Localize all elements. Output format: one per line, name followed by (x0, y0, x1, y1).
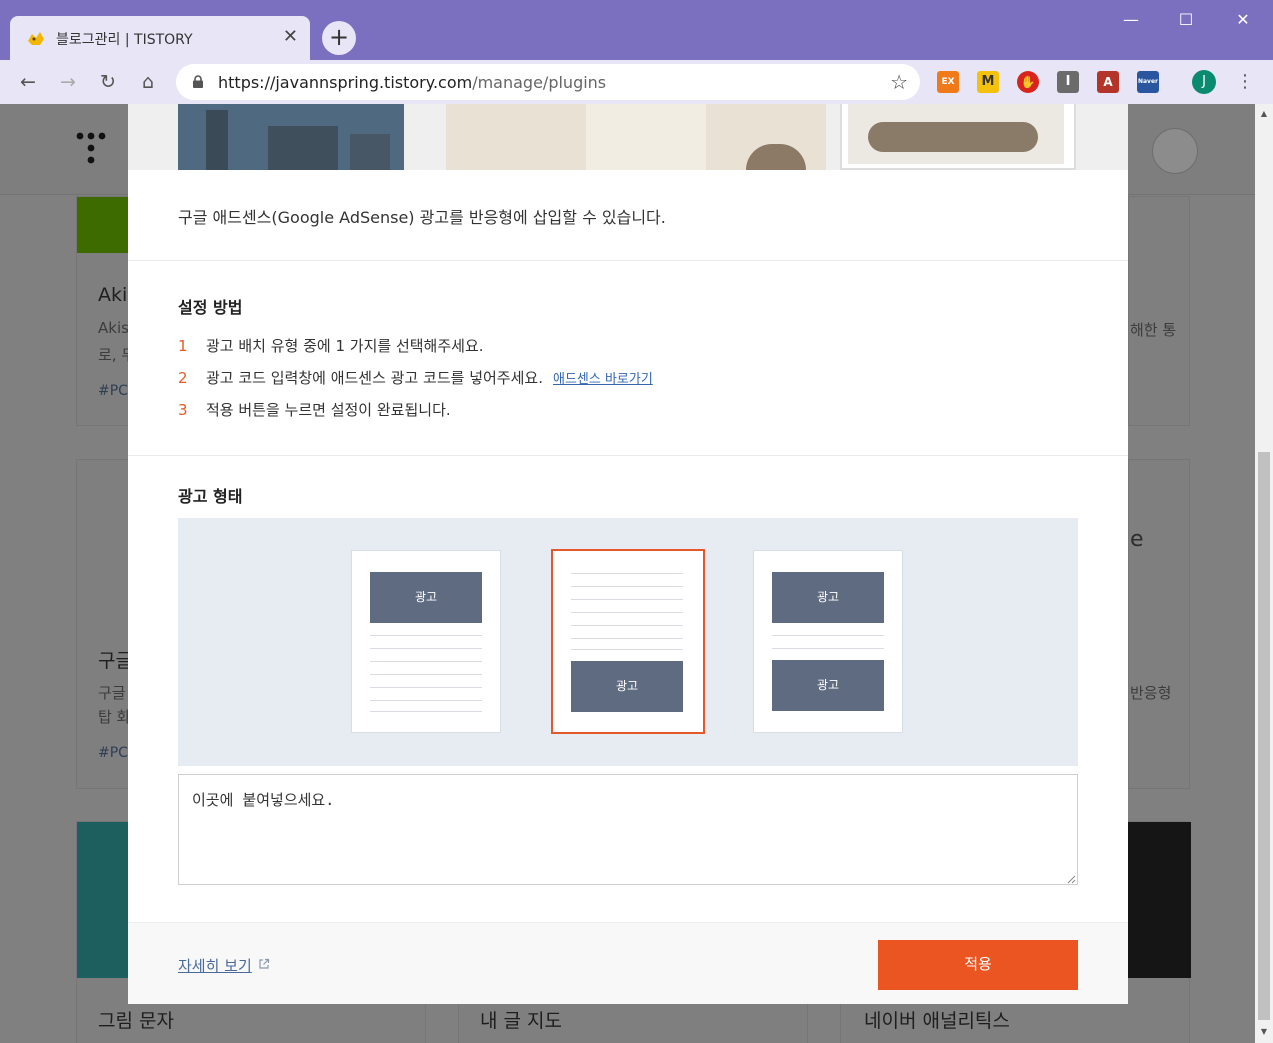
scroll-thumb[interactable] (1258, 452, 1270, 1020)
forward-icon[interactable]: → (54, 68, 82, 96)
extension-i-icon[interactable]: I (1057, 71, 1079, 93)
plugin-card-desc: Akis (98, 319, 129, 337)
external-link-icon (259, 958, 270, 969)
ad-type-option-bottom[interactable]: 광고 (551, 549, 705, 734)
plugin-card-desc: 구글 (98, 684, 126, 702)
adsense-plugin-modal: 구글 애드센스(Google AdSense) 광고를 반응형에 삽입할 수 있… (128, 104, 1128, 1004)
plugin-card-desc: 탑 화 (98, 708, 131, 726)
new-tab-button[interactable]: + (322, 21, 356, 55)
ad-block: 광고 (772, 660, 884, 711)
browser-tab[interactable]: 블로그관리 | TISTORY ✕ (10, 16, 310, 60)
banner-castle-image (178, 104, 404, 170)
banner-cat-image (446, 104, 826, 170)
plugin-card-tag: #PC (98, 745, 128, 761)
tistory-logo-icon (76, 132, 106, 164)
plugin-card-title: 그림 문자 (98, 1010, 174, 1032)
home-icon[interactable]: ⌂ (134, 68, 162, 96)
divider (128, 455, 1128, 456)
scroll-down-icon[interactable]: ▼ (1255, 1024, 1273, 1040)
banner-cat-photo (840, 104, 1076, 170)
minimize-icon[interactable]: — (1116, 8, 1146, 32)
setup-title: 설정 방법 (178, 298, 243, 317)
plugin-card-image (77, 197, 129, 253)
extension-ex-icon[interactable]: EX (937, 71, 959, 93)
browser-toolbar: ← → ↻ ⌂ https://javannspring.tistory.com… (0, 60, 1273, 104)
ad-block: 광고 (772, 572, 884, 623)
back-icon[interactable]: ← (14, 68, 42, 96)
extension-pdf-icon[interactable]: A (1097, 71, 1119, 93)
scroll-up-icon[interactable]: ▲ (1255, 106, 1273, 122)
url-path: /manage/plugins (472, 73, 607, 92)
ad-block: 광고 (370, 572, 482, 623)
divider (128, 260, 1128, 261)
bookmark-star-icon[interactable]: ☆ (890, 70, 908, 94)
plugin-card-desc: 해한 통 (1130, 321, 1177, 339)
ad-code-input[interactable]: 이곳에 붙여넣으세요. (178, 774, 1078, 885)
plugin-banner-image (128, 104, 1128, 170)
extension-m-icon[interactable]: M (977, 71, 999, 93)
plugin-card[interactable] (1128, 196, 1190, 426)
adsense-link[interactable]: 애드센스 바로가기 (553, 372, 653, 387)
plugin-card-logo: e (1130, 527, 1144, 552)
browser-titlebar: 블로그관리 | TISTORY ✕ + — ☐ ✕ (0, 0, 1273, 60)
extension-adblock-icon[interactable]: ✋ (1017, 71, 1039, 93)
setup-step: 1 광고 배치 유형 중에 1 가지를 선택해주세요. (178, 335, 484, 356)
reload-icon[interactable]: ↻ (94, 68, 122, 96)
setup-step: 2 광고 코드 입력창에 애드센스 광고 코드를 넣어주세요. 애드센스 바로가기 (178, 367, 653, 388)
modal-footer: 자세히 보기 적용 (128, 922, 1128, 1004)
plugin-card-tag: #PC (98, 383, 128, 399)
plugin-card-title: 네이버 애널리틱스 (864, 1010, 1010, 1032)
tab-title: 블로그관리 | TISTORY (56, 32, 193, 48)
step-text: 광고 코드 입력창에 애드센스 광고 코드를 넣어주세요. (206, 369, 543, 387)
setup-step: 3 적용 버튼을 누르면 설정이 완료됩니다. (178, 399, 451, 420)
user-avatar[interactable] (1152, 128, 1198, 174)
maximize-icon[interactable]: ☐ (1171, 8, 1201, 32)
ad-type-title: 광고 형태 (178, 487, 243, 506)
resize-grip-icon[interactable] (1066, 874, 1076, 884)
extension-dictionary-icon[interactable]: Naver (1137, 71, 1159, 93)
profile-avatar[interactable]: J (1192, 70, 1216, 94)
url-text: https://javannspring.tistory.com/manage/… (218, 73, 606, 92)
plugin-card-title: 내 글 지도 (480, 1010, 562, 1032)
step-text: 적용 버튼을 누르면 설정이 완료됩니다. (206, 401, 451, 419)
address-bar[interactable]: https://javannspring.tistory.com/manage/… (176, 64, 920, 100)
more-info-link[interactable]: 자세히 보기 (178, 955, 252, 976)
apply-button[interactable]: 적용 (878, 940, 1078, 990)
tistory-favicon-icon (28, 32, 44, 45)
tab-close-icon[interactable]: ✕ (283, 26, 298, 47)
step-number: 1 (178, 337, 188, 355)
step-number: 3 (178, 401, 188, 419)
plugin-card[interactable] (1128, 459, 1190, 789)
browser-menu-icon[interactable]: ⋮ (1236, 70, 1254, 94)
window-close-icon[interactable]: ✕ (1228, 8, 1258, 32)
lock-icon (193, 75, 203, 88)
step-text: 광고 배치 유형 중에 1 가지를 선택해주세요. (206, 337, 484, 355)
plugin-description: 구글 애드센스(Google AdSense) 광고를 반응형에 삽입할 수 있… (178, 208, 666, 227)
page-scrollbar[interactable]: ▲ ▼ (1255, 104, 1273, 1043)
url-host: https://javannspring.tistory.com (218, 73, 473, 92)
ad-type-option-both[interactable]: 광고 광고 (753, 550, 903, 733)
step-number: 2 (178, 369, 188, 387)
ad-type-option-top[interactable]: 광고 (351, 550, 501, 733)
ad-type-selector: 광고 광고 광고 광고 (178, 518, 1078, 766)
ad-block: 광고 (571, 661, 683, 712)
plugin-card-desc: 반응형 (1130, 684, 1172, 702)
